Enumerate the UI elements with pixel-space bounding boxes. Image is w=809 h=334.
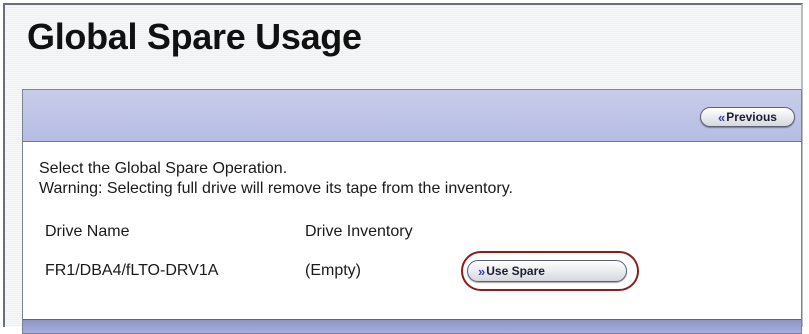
use-spare-button-label: Use Spare (486, 264, 545, 278)
previous-button[interactable]: « Previous (700, 107, 795, 127)
global-spare-panel: « Previous Select the Global Spare Opera… (22, 89, 802, 334)
page-title: Global Spare Usage (27, 16, 362, 57)
double-chevron-left-icon: « (718, 109, 725, 125)
previous-button-label: Previous (726, 110, 777, 124)
column-header-drive-inventory: Drive Inventory (305, 223, 413, 240)
drive-name-cell: FR1/DBA4/fLTO-DRV1A (45, 262, 219, 279)
drive-inventory-cell: (Empty) (305, 262, 361, 279)
app-window: Global Spare Usage « Previous Select the… (3, 3, 803, 334)
instructions: Select the Global Spare Operation. Warni… (39, 159, 513, 199)
double-chevron-right-icon: » (478, 263, 485, 279)
use-spare-button[interactable]: » Use Spare (467, 260, 627, 282)
column-header-drive-name: Drive Name (45, 223, 130, 240)
warning-text: Warning: Selecting full drive will remov… (39, 180, 513, 197)
panel-footer (23, 319, 801, 333)
panel-header: « Previous (23, 90, 801, 142)
instruction-text: Select the Global Spare Operation. (39, 160, 288, 177)
